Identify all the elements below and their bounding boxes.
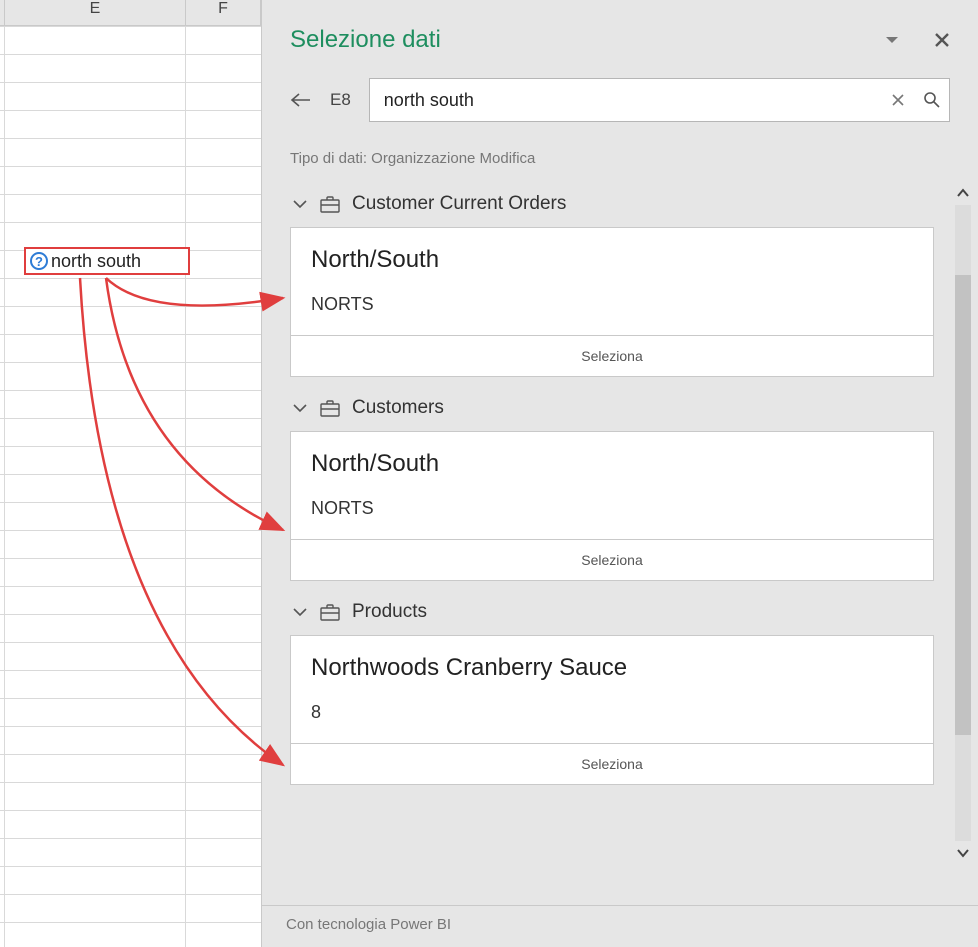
select-button[interactable]: Seleziona: [291, 335, 933, 376]
search-input[interactable]: [382, 89, 883, 112]
result-card: Northwoods Cranberry Sauce 8 Seleziona: [290, 635, 934, 785]
search-box: [369, 78, 950, 122]
scroll-track[interactable]: [955, 205, 971, 841]
scroll-thumb[interactable]: [955, 275, 971, 735]
spreadsheet-grid[interactable]: [0, 26, 261, 947]
result-subtitle: NORTS: [311, 498, 913, 519]
pane-title: Selezione dati: [290, 26, 441, 54]
datatype-label: Tipo di dati: Organizzazione Modifica: [262, 132, 978, 173]
group-name: Customer Current Orders: [352, 193, 566, 215]
result-group: Products Northwoods Cranberry Sauce 8 Se…: [290, 597, 978, 785]
briefcase-icon: [320, 195, 340, 213]
result-group: Customers North/South NORTS Seleziona: [290, 393, 978, 581]
group-header[interactable]: Customer Current Orders: [290, 189, 934, 227]
column-header-f[interactable]: F: [186, 0, 261, 25]
results-vertical-scrollbar[interactable]: [952, 181, 974, 865]
select-button[interactable]: Seleziona: [291, 743, 933, 784]
data-selector-pane: Selezione dati E8: [262, 0, 978, 947]
select-button[interactable]: Seleziona: [291, 539, 933, 580]
column-header-e[interactable]: E: [5, 0, 186, 25]
active-cell-value: north south: [51, 251, 141, 272]
result-title: North/South: [311, 450, 913, 478]
pane-footer: Con tecnologia Power BI: [262, 905, 978, 947]
scroll-down-button[interactable]: [952, 841, 974, 865]
result-subtitle: NORTS: [311, 294, 913, 315]
group-header[interactable]: Products: [290, 597, 934, 635]
active-cell[interactable]: ? north south: [24, 247, 190, 275]
result-card: North/South NORTS Seleziona: [290, 227, 934, 377]
back-arrow-icon[interactable]: [290, 92, 312, 108]
search-icon[interactable]: [923, 91, 941, 109]
group-name: Products: [352, 601, 427, 623]
scroll-up-button[interactable]: [952, 181, 974, 205]
group-header[interactable]: Customers: [290, 393, 934, 431]
result-title: North/South: [311, 246, 913, 274]
question-icon: ?: [30, 252, 48, 270]
cell-reference-label: E8: [330, 90, 351, 110]
result-group: Customer Current Orders North/South NORT…: [290, 189, 978, 377]
result-title: Northwoods Cranberry Sauce: [311, 654, 913, 682]
chevron-down-icon: [292, 197, 308, 211]
briefcase-icon: [320, 603, 340, 621]
spreadsheet-area: E F: [0, 0, 262, 947]
results-list: Customer Current Orders North/South NORT…: [262, 173, 978, 905]
chevron-down-icon: [292, 401, 308, 415]
briefcase-icon: [320, 399, 340, 417]
group-name: Customers: [352, 397, 444, 419]
clear-search-icon[interactable]: [891, 93, 905, 107]
close-icon[interactable]: [934, 32, 950, 48]
result-subtitle: 8: [311, 702, 913, 723]
dropdown-icon[interactable]: [884, 34, 900, 46]
chevron-down-icon: [292, 605, 308, 619]
result-card: North/South NORTS Seleziona: [290, 431, 934, 581]
